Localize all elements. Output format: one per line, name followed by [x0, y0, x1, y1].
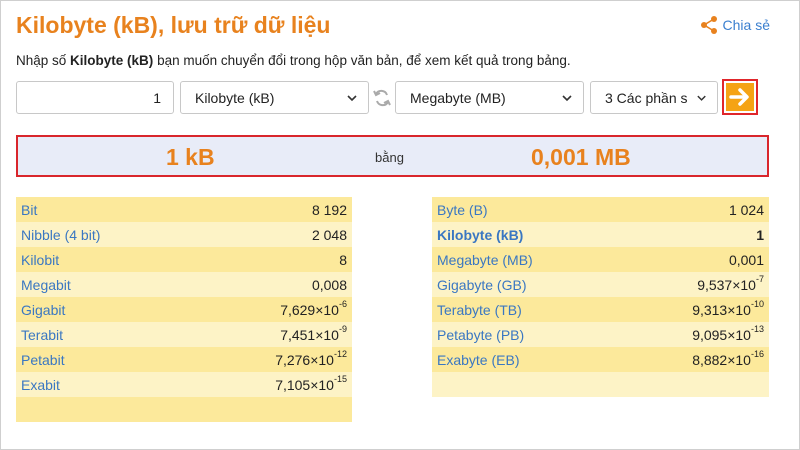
unit-label[interactable]: Terabyte (TB) [432, 297, 622, 322]
chevron-down-icon [562, 94, 572, 101]
value-exponent: -16 [750, 348, 764, 359]
intro-text: Nhập số Kilobyte (kB) bạn muốn chuyển đổ… [16, 53, 571, 68]
result-box: 1 kB bằng 0,001 MB [16, 135, 769, 177]
unit-value: 2 048 [191, 222, 352, 247]
convert-button[interactable] [722, 79, 758, 115]
unit-label[interactable]: Petabit [16, 347, 192, 372]
page-title: Kilobyte (kB), lưu trữ dữ liệu [16, 12, 331, 38]
unit-value: 9,537×10-7 [621, 272, 769, 297]
value-mantissa: 7,629×10 [280, 301, 339, 318]
value-exponent: -6 [338, 298, 347, 309]
result-output: 0,001 MB [531, 144, 631, 170]
unit-label[interactable]: Megabit [16, 272, 192, 297]
convert-button-face [726, 83, 754, 111]
table-row: Exabit 7,105×10-15 [16, 372, 352, 397]
chevron-down-icon [697, 95, 706, 101]
unit-label[interactable]: Kilobit [16, 247, 192, 272]
share-label: Chia sẻ [722, 17, 770, 33]
unit-value: 9,095×10-13 [621, 322, 769, 347]
value-mantissa: 9,313×10 [692, 301, 751, 318]
unit-label[interactable]: Bit [16, 197, 192, 222]
table-row: Byte (B) 1 024 [432, 197, 769, 222]
table-row: Gigabit 7,629×10-6 [16, 297, 352, 322]
decimals-select[interactable]: 3 Các phần s [590, 81, 718, 114]
value-exponent: -13 [750, 323, 764, 334]
value-mantissa: 7,105×10 [275, 376, 334, 393]
unit-value: 7,276×10-12 [191, 347, 352, 372]
unit-value: 8 192 [191, 197, 352, 222]
from-unit-value: Kilobyte (kB) [195, 89, 275, 106]
unit-label[interactable] [16, 397, 192, 422]
decimals-value: 3 Các phần s [605, 89, 688, 106]
from-unit-select[interactable]: Kilobyte (kB) [180, 81, 369, 114]
swap-icon[interactable] [373, 88, 391, 108]
table-row: Petabit 7,276×10-12 [16, 347, 352, 372]
unit-label[interactable]: Megabyte (MB) [432, 247, 622, 272]
value-exponent: -10 [750, 298, 764, 309]
unit-label[interactable]: Gigabyte (GB) [432, 272, 622, 297]
unit-label[interactable]: Exabyte (EB) [432, 347, 622, 372]
result-input: 1 kB [166, 144, 215, 170]
table-row: Nibble (4 bit) 2 048 [16, 222, 352, 247]
unit-label[interactable]: Kilobyte (kB) [432, 222, 622, 247]
result-equals: bằng [375, 150, 404, 165]
table-row: Terabit 7,451×10-9 [16, 322, 352, 347]
intro-before: Nhập số [16, 53, 71, 68]
unit-value: 0,008 [191, 272, 352, 297]
value-exponent: -12 [333, 348, 347, 359]
byte-units-table: Byte (B) 1 024 Kilobyte (kB) 1 Megabyte (MB)… [432, 197, 769, 397]
arrow-right-icon [729, 88, 749, 106]
table-row: Megabit 0,008 [16, 272, 352, 297]
unit-value [621, 372, 769, 397]
unit-value [191, 397, 352, 422]
to-unit-value: Megabyte (MB) [410, 89, 506, 106]
unit-label[interactable] [432, 372, 622, 397]
unit-value: 7,629×10-6 [191, 297, 352, 322]
unit-label[interactable]: Nibble (4 bit) [16, 222, 192, 247]
unit-value: 1 [621, 222, 769, 247]
to-unit-select[interactable]: Megabyte (MB) [395, 81, 584, 114]
table-row [16, 397, 352, 422]
value-mantissa: 7,276×10 [275, 351, 334, 368]
unit-value: 8 [191, 247, 352, 272]
intro-unit: Kilobyte (kB) [70, 53, 154, 68]
unit-label[interactable]: Gigabit [16, 297, 192, 322]
unit-label[interactable]: Exabit [16, 372, 192, 397]
unit-label[interactable]: Terabit [16, 322, 192, 347]
value-exponent: -9 [338, 323, 347, 334]
unit-value: 7,105×10-15 [191, 372, 352, 397]
table-row: Megabyte (MB) 0,001 [432, 247, 769, 272]
value-mantissa: 8,882×10 [692, 351, 751, 368]
share-button[interactable]: Chia sẻ [699, 15, 770, 35]
table-row: Petabyte (PB) 9,095×10-13 [432, 322, 769, 347]
unit-value: 1 024 [621, 197, 769, 222]
table-row: Exabyte (EB) 8,882×10-16 [432, 347, 769, 372]
table-row: Kilobit 8 [16, 247, 352, 272]
table-row: Terabyte (TB) 9,313×10-10 [432, 297, 769, 322]
value-mantissa: 7,451×10 [280, 326, 339, 343]
table-row: Gigabyte (GB) 9,537×10-7 [432, 272, 769, 297]
bit-units-table: Bit 8 192 Nibble (4 bit) 2 048 Kilobit 8 Megab… [16, 197, 352, 422]
unit-value: 0,001 [621, 247, 769, 272]
unit-label[interactable]: Byte (B) [432, 197, 622, 222]
table-row: Bit 8 192 [16, 197, 352, 222]
value-input[interactable]: 1 [16, 81, 174, 114]
value-mantissa: 9,537×10 [697, 276, 756, 293]
intro-after: bạn muốn chuyển đổi trong hộp văn bản, đ… [153, 53, 571, 68]
unit-value: 7,451×10-9 [191, 322, 352, 347]
table-row [432, 372, 769, 397]
table-row: Kilobyte (kB) 1 [432, 222, 769, 247]
unit-value: 8,882×10-16 [621, 347, 769, 372]
value-exponent: -7 [755, 273, 764, 284]
share-icon [700, 16, 717, 34]
unit-value: 9,313×10-10 [621, 297, 769, 322]
chevron-down-icon [347, 94, 357, 101]
value-exponent: -15 [333, 373, 347, 384]
unit-label[interactable]: Petabyte (PB) [432, 322, 622, 347]
value-mantissa: 9,095×10 [692, 326, 751, 343]
